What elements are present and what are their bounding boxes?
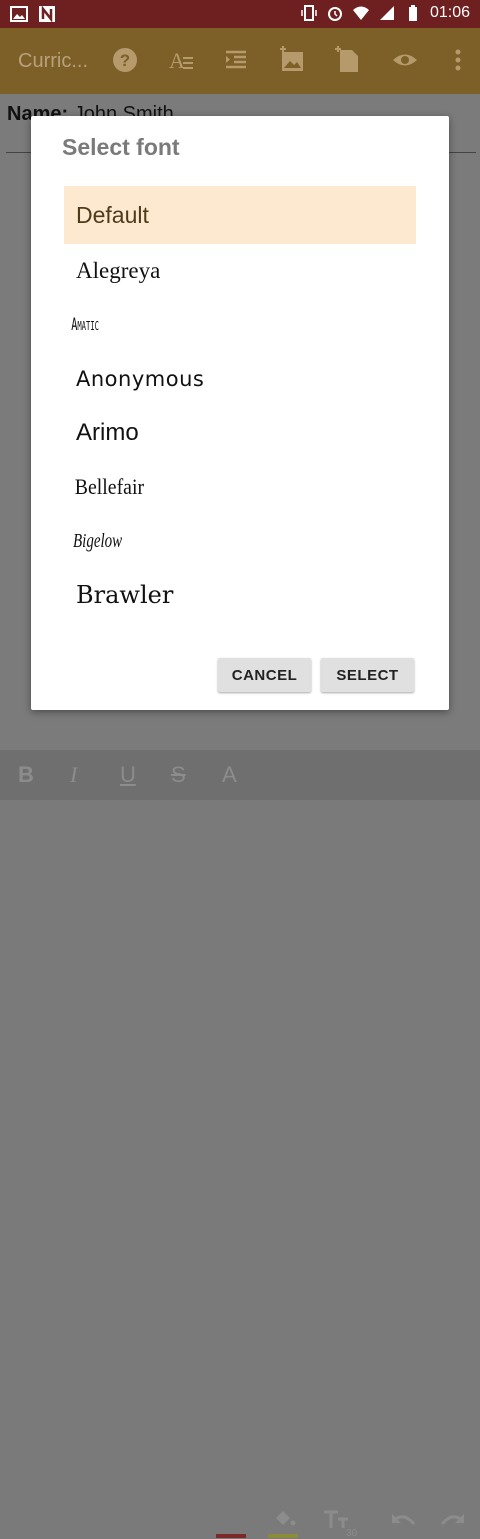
wifi-icon	[352, 6, 369, 20]
font-option-anonymous[interactable]: Anonymous	[64, 352, 416, 406]
app-toolbar: Curric... ? A	[0, 28, 480, 94]
text-size-value: 30	[346, 1528, 358, 1539]
dialog-title: Select font	[62, 134, 180, 160]
strikethrough-button[interactable]: S	[171, 762, 186, 788]
svg-text:?: ?	[120, 51, 130, 70]
cancel-button[interactable]: CANCEL	[218, 658, 311, 692]
formatting-bar: B I U S A 30	[0, 750, 480, 1539]
undo-icon[interactable]	[390, 1510, 418, 1532]
bold-button[interactable]: B	[18, 762, 34, 788]
fill-color-swatch	[268, 1534, 298, 1538]
font-option-bigelow[interactable]: Bigelow	[64, 514, 328, 568]
font-option-default[interactable]: Default	[64, 186, 416, 244]
select-button[interactable]: SELECT	[321, 658, 414, 692]
preview-eye-icon[interactable]	[391, 46, 419, 74]
battery-icon	[408, 5, 417, 21]
font-color-swatch	[216, 1534, 246, 1538]
font-color-button[interactable]: A	[222, 762, 237, 788]
image-icon	[10, 6, 28, 22]
help-icon[interactable]: ?	[111, 46, 139, 74]
underline-button[interactable]: U	[120, 762, 136, 788]
font-option-brawler[interactable]: Brawler	[64, 568, 416, 622]
svg-text:A: A	[169, 48, 185, 73]
redo-icon[interactable]	[438, 1510, 466, 1532]
document-title[interactable]: Curric...	[18, 50, 88, 73]
status-left-icons	[10, 5, 56, 23]
status-bar: 01:06	[0, 0, 480, 28]
italic-button[interactable]: I	[70, 762, 77, 788]
font-list[interactable]: Default Alegreya Amatic Anonymous Arimo …	[64, 186, 416, 650]
signal-icon	[379, 6, 394, 20]
fill-icon[interactable]	[270, 1508, 298, 1532]
add-image-icon[interactable]	[279, 46, 307, 74]
font-option-amatic[interactable]: Amatic	[64, 298, 275, 352]
list-indent-icon[interactable]	[222, 46, 250, 74]
font-option-alegreya[interactable]: Alegreya	[64, 244, 416, 298]
add-page-icon[interactable]	[334, 46, 362, 74]
font-option-bellefair[interactable]: Bellefair	[64, 460, 381, 514]
vibrate-icon	[301, 5, 317, 21]
font-option-arimo[interactable]: Arimo	[64, 406, 416, 460]
more-vert-icon[interactable]	[444, 46, 472, 74]
select-font-dialog: Select font Default Alegreya Amatic Anon…	[31, 116, 449, 710]
n-notification-icon	[39, 5, 55, 23]
status-time: 01:06	[429, 4, 470, 21]
alarm-icon	[327, 7, 342, 21]
font-style-icon[interactable]: A	[167, 46, 195, 74]
status-right-icons: 01:06	[300, 4, 470, 22]
